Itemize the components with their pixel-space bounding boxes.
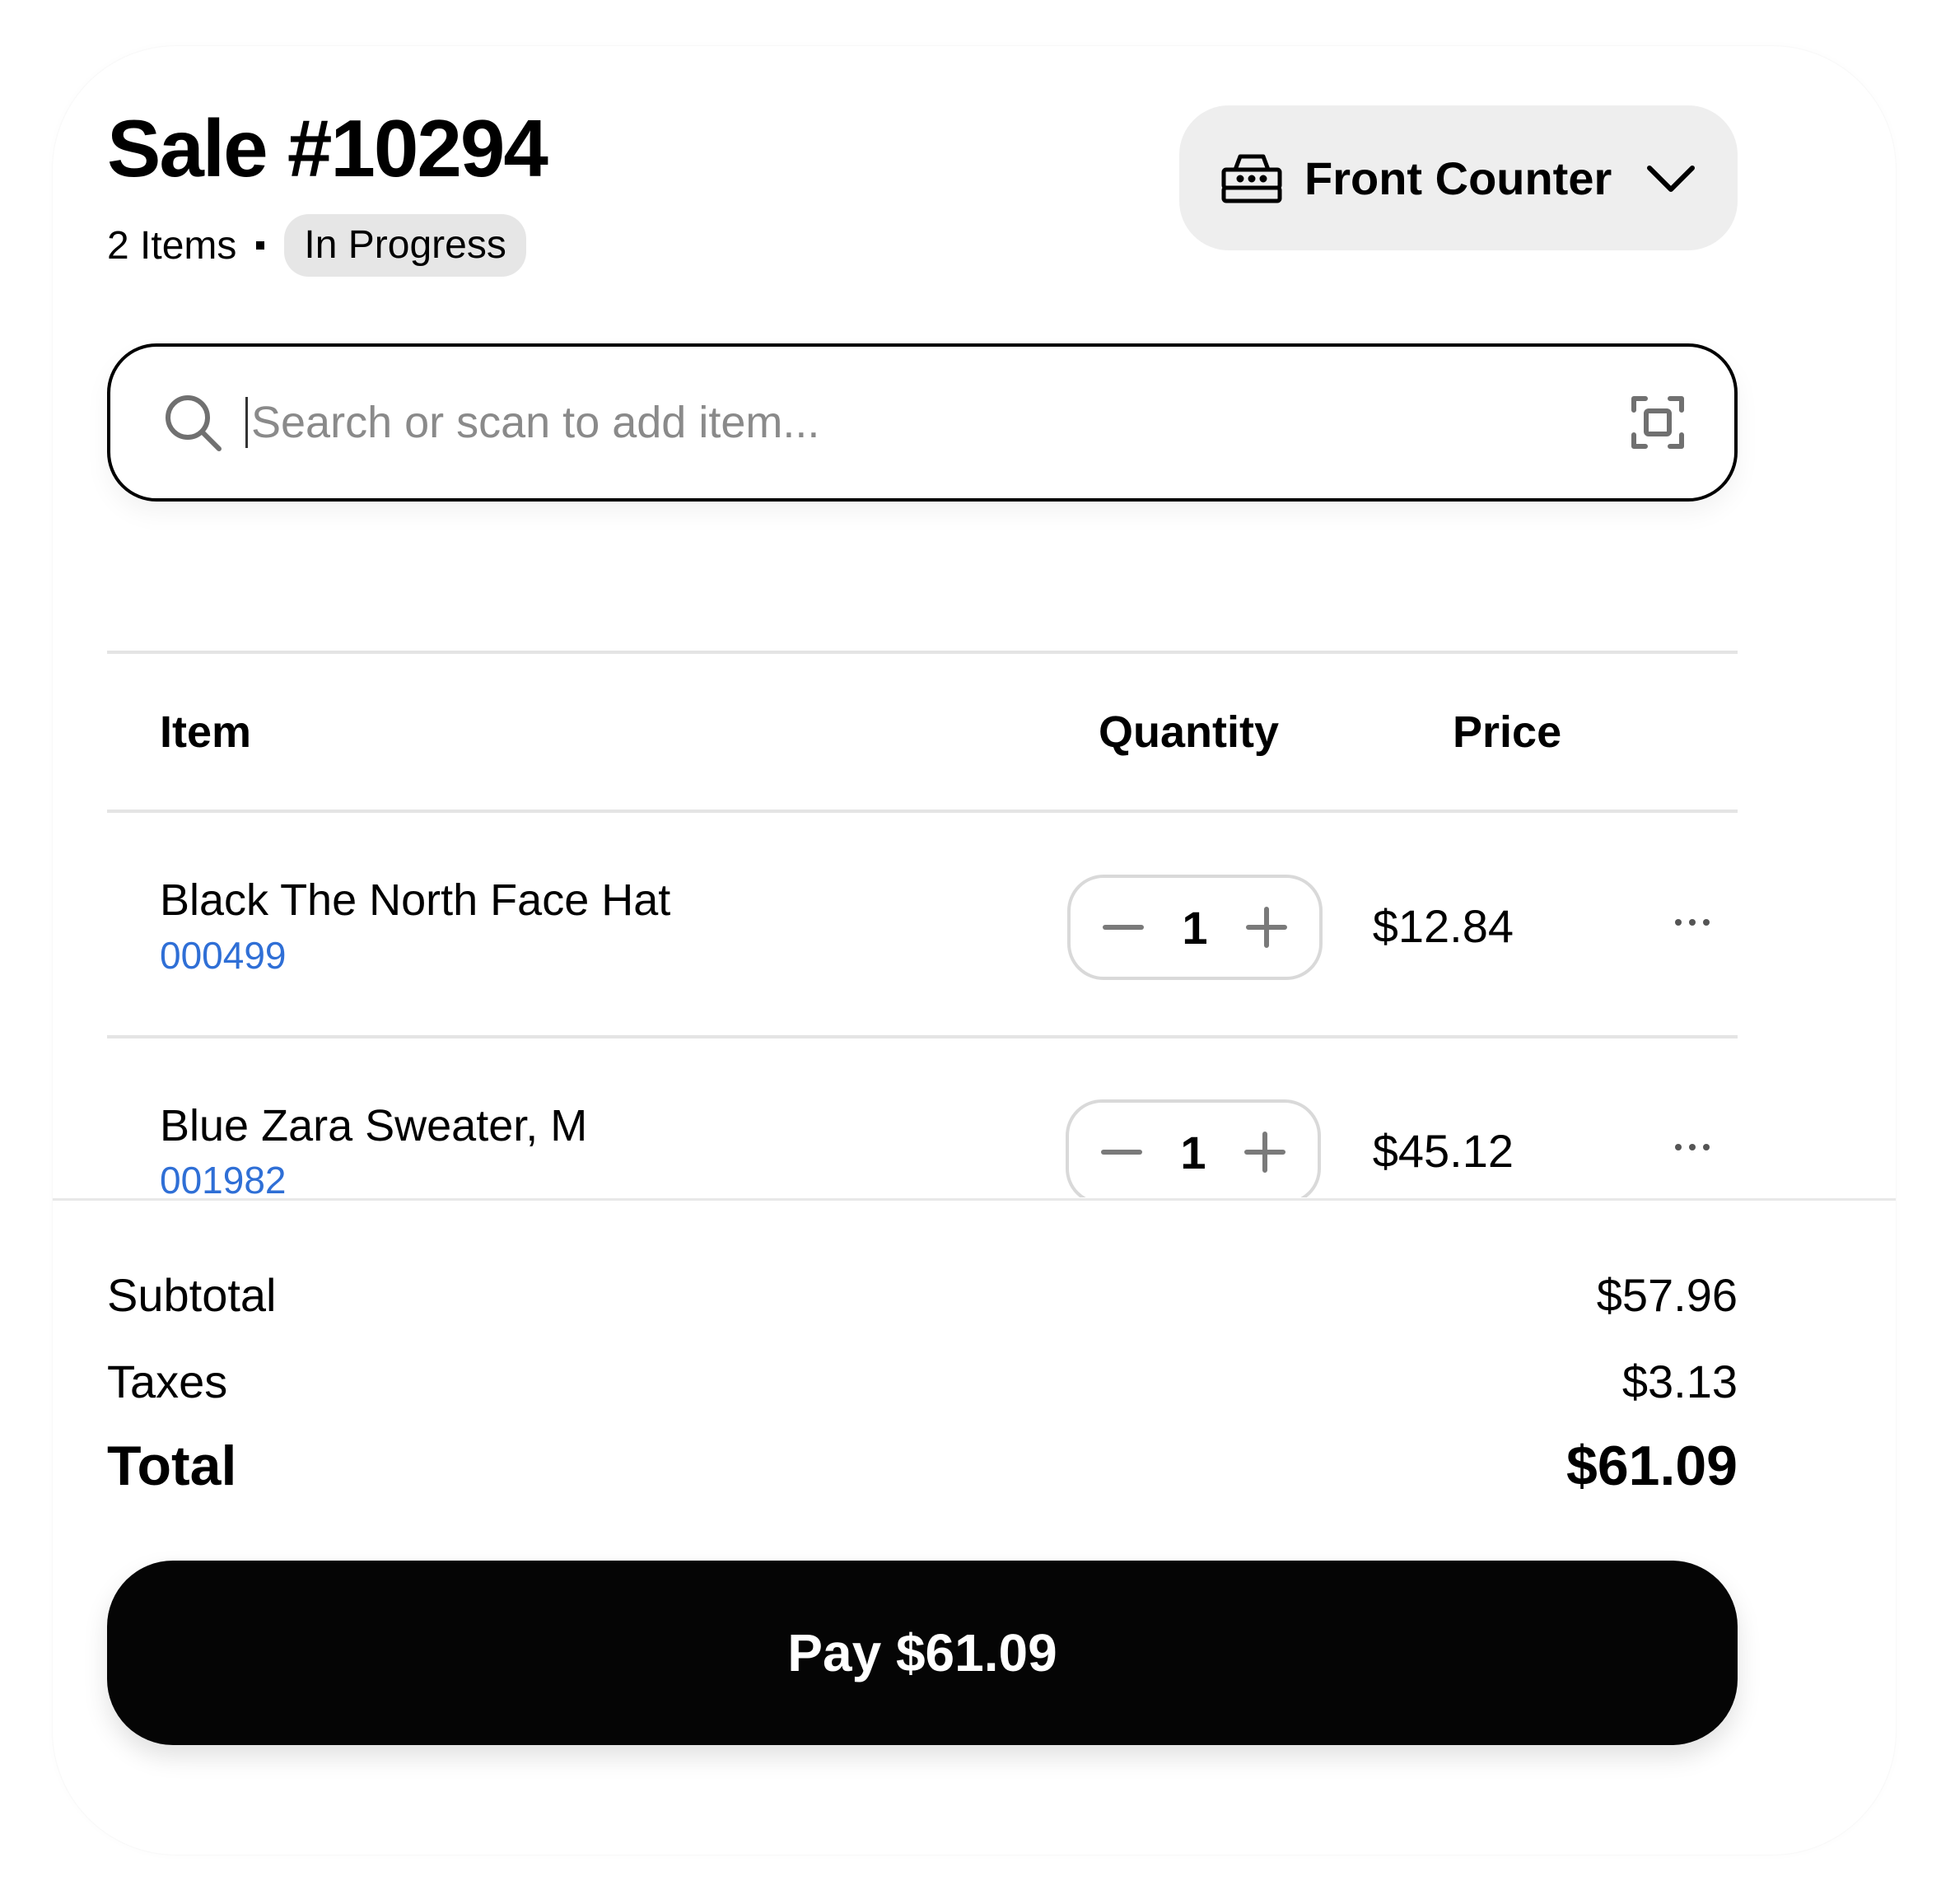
- search-bar: [107, 343, 1738, 502]
- register-dropdown[interactable]: Front Counter: [1179, 105, 1738, 250]
- item-price: $12.84: [1372, 900, 1514, 952]
- table-divider: [107, 651, 1738, 654]
- total-label: Total: [107, 1435, 237, 1497]
- column-header-item: Item: [160, 707, 252, 757]
- quantity-value: 1: [1182, 901, 1208, 954]
- quantity-value: 1: [1180, 1126, 1206, 1178]
- cash-register-icon: [1221, 154, 1282, 203]
- item-sku[interactable]: 000499: [160, 936, 287, 974]
- minus-icon[interactable]: [1099, 1129, 1145, 1175]
- status-badge: In Progress: [284, 214, 526, 277]
- quantity-stepper: 1: [1066, 1099, 1321, 1197]
- item-name: Blue Zara Sweater, M: [160, 1101, 588, 1150]
- chevron-down-icon: [1647, 166, 1695, 192]
- search-icon: [166, 395, 222, 451]
- pay-button[interactable]: Pay $61.09: [107, 1561, 1738, 1745]
- table-divider: [107, 810, 1738, 813]
- scan-icon[interactable]: [1631, 395, 1685, 450]
- sale-meta: 2 Items In Progress: [107, 212, 526, 278]
- item-sku[interactable]: 001982: [160, 1161, 287, 1197]
- total-value: $61.09: [1566, 1435, 1738, 1497]
- cart-table: Item Quantity Price Black The North Face…: [107, 609, 1738, 1197]
- item-price: $45.12: [1372, 1125, 1514, 1177]
- summary-divider: [53, 1198, 1896, 1201]
- taxes-label: Taxes: [107, 1356, 228, 1407]
- column-header-quantity: Quantity: [1099, 707, 1280, 757]
- page-title: Sale #10294: [107, 103, 548, 194]
- more-options-icon[interactable]: [1672, 914, 1713, 931]
- plus-icon[interactable]: [1243, 904, 1290, 950]
- taxes-value: $3.13: [1621, 1356, 1738, 1407]
- plus-icon[interactable]: [1242, 1129, 1288, 1175]
- pay-button-label: Pay $61.09: [787, 1623, 1057, 1682]
- item-name: Black The North Face Hat: [160, 875, 671, 925]
- quantity-stepper: 1: [1067, 875, 1323, 980]
- subtotal-value: $57.96: [1596, 1269, 1738, 1321]
- minus-icon[interactable]: [1100, 904, 1146, 950]
- more-options-icon[interactable]: [1672, 1139, 1713, 1155]
- table-divider: [107, 1035, 1738, 1038]
- column-header-price: Price: [1453, 707, 1562, 757]
- search-input[interactable]: [245, 397, 1631, 448]
- register-label: Front Counter: [1304, 152, 1612, 204]
- item-count: 2 Items: [107, 223, 237, 268]
- separator-dot: [256, 241, 265, 250]
- subtotal-label: Subtotal: [107, 1269, 277, 1321]
